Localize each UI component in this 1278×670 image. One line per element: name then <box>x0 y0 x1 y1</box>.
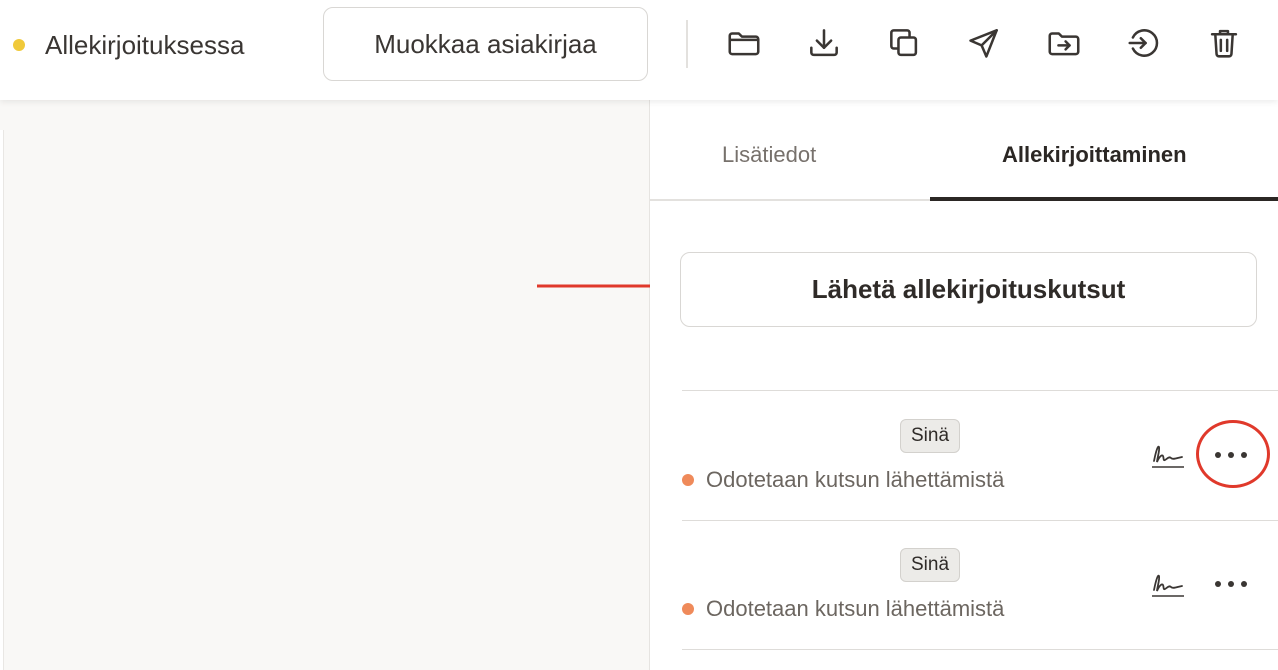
divider <box>682 649 1278 650</box>
signature-icon[interactable] <box>1150 570 1186 600</box>
toolbar-divider <box>686 20 688 68</box>
status-dot <box>682 603 694 615</box>
signer-status: Odotetaan kutsun lähettämistä <box>682 467 1004 493</box>
document-preview-area <box>0 100 650 670</box>
document-page-edge <box>0 130 4 670</box>
status-dot <box>682 474 694 486</box>
send-icon[interactable] <box>963 22 1005 64</box>
signer-status-text: Odotetaan kutsun lähettämistä <box>706 467 1005 492</box>
top-toolbar: Allekirjoituksessa Muokkaa asiakirjaa <box>0 0 1278 100</box>
active-tab-indicator <box>930 197 1278 201</box>
trash-icon[interactable] <box>1203 22 1245 64</box>
edit-document-button[interactable]: Muokkaa asiakirjaa <box>323 7 648 81</box>
annotation-highlight-circle <box>1196 420 1270 488</box>
folder-icon[interactable] <box>723 22 765 64</box>
signer-status-text: Odotetaan kutsun lähettämistä <box>706 596 1005 621</box>
signer-row: Sinä Odotetaan kutsun lähettämistä <box>682 391 1278 520</box>
signer-badge: Sinä <box>900 419 961 453</box>
tab-signing[interactable]: Allekirjoittaminen <box>1002 142 1187 168</box>
signer-row: Sinä Odotetaan kutsun lähettämistä <box>682 520 1278 649</box>
signer-status: Odotetaan kutsun lähettämistä <box>682 596 1004 622</box>
signature-icon[interactable] <box>1150 441 1186 471</box>
sign-in-icon[interactable] <box>1123 22 1165 64</box>
copy-icon[interactable] <box>883 22 925 64</box>
status-dot <box>13 39 25 51</box>
more-options-icon[interactable] <box>1212 570 1250 598</box>
send-signature-invitations-button[interactable]: Lähetä allekirjoituskutsut <box>680 252 1257 327</box>
signer-badge: Sinä <box>900 548 961 582</box>
status-label: Allekirjoituksessa <box>45 29 245 60</box>
move-to-folder-icon[interactable] <box>1043 22 1085 64</box>
signing-panel: Lisätiedot Allekirjoittaminen Lähetä all… <box>650 100 1278 670</box>
tab-details[interactable]: Lisätiedot <box>722 142 816 168</box>
download-icon[interactable] <box>803 22 845 64</box>
document-status: Allekirjoituksessa <box>13 29 244 61</box>
panel-tabs: Lisätiedot Allekirjoittaminen <box>650 100 1278 201</box>
